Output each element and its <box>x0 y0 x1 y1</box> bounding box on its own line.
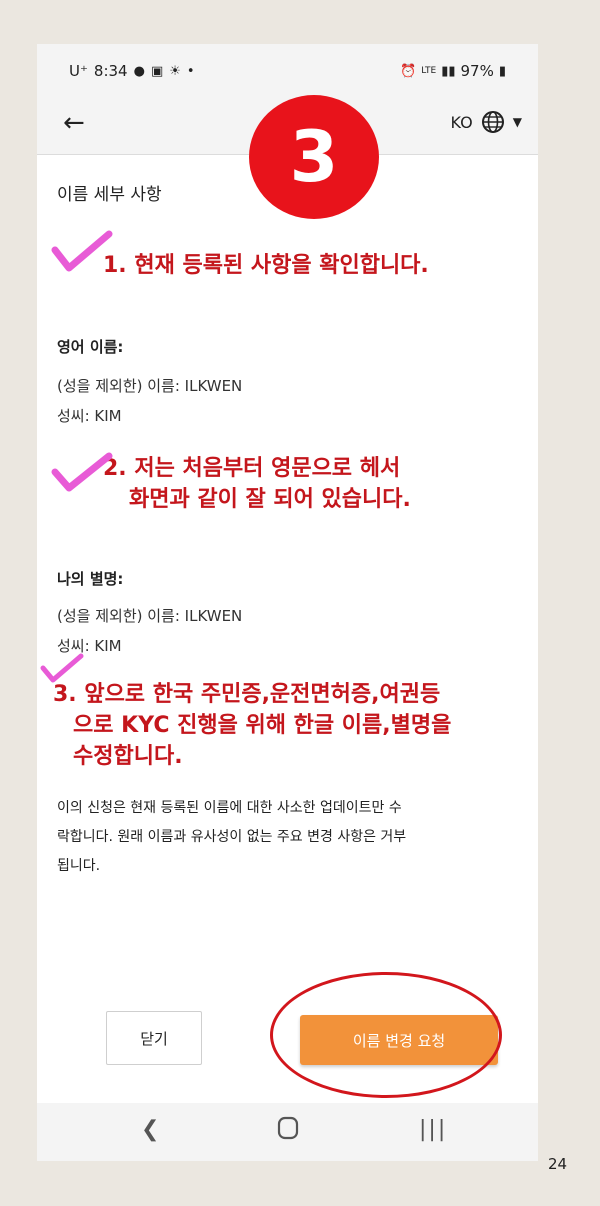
annotation-step-1: 1. 현재 등록된 사항을 확인합니다. <box>103 253 429 278</box>
request-name-change-button[interactable]: 이름 변경 요청 <box>300 1015 498 1065</box>
notice-text: 이의 신청은 현재 등록된 이름에 대한 사소한 업데이트만 수 락합니다. 원… <box>57 794 527 881</box>
step-number-badge: 3 <box>249 95 379 219</box>
nickname-first-name: (성을 제외한) 이름: ILKWEN <box>57 607 243 625</box>
notice-line-1: 이의 신청은 현재 등록된 이름에 대한 사소한 업데이트만 수 <box>57 800 402 816</box>
language-code: KO <box>450 112 473 132</box>
annotation-step-3-line-3: 수정합니다. <box>73 744 183 769</box>
image-icon: ▣ <box>150 63 164 79</box>
system-nav-bar: ❮ ||| <box>37 1103 538 1161</box>
nav-home-icon[interactable] <box>277 1115 299 1147</box>
battery-icon: ▮ <box>498 63 506 79</box>
alarm-icon: ⏰ <box>400 63 417 79</box>
signal-icon: ▮▮ <box>441 63 456 79</box>
annotation-step-3-line-1: 3. 앞으로 한국 주민증,운전면허증,여권등 <box>53 682 441 707</box>
annotation-step-2-line-1: 2. 저는 처음부터 영문으로 헤서 <box>103 456 401 481</box>
english-first-name: (성을 제외한) 이름: ILKWEN <box>57 377 243 395</box>
weather-icon: ☀ <box>169 63 181 79</box>
annotation-step-2-line-2: 화면과 같이 잘 되어 있습니다. <box>129 487 411 512</box>
notice-line-3: 됩니다. <box>57 858 101 874</box>
english-name-label: 영어 이름: <box>57 338 124 356</box>
notice-line-2: 락합니다. 원래 이름과 유사성이 없는 주요 변경 사항은 거부 <box>57 829 407 845</box>
network-type: LTE <box>421 66 437 76</box>
chevron-down-icon: ▼ <box>512 115 522 129</box>
carrier: U⁺ <box>69 62 88 80</box>
page-title: 이름 세부 사항 <box>57 185 162 205</box>
phone-screen: U⁺ 8:34 ● ▣ ☀ • ⏰ LTE ▮▮ 97% ▮ ← KO ▼ 3 … <box>37 44 538 1161</box>
back-arrow-icon[interactable]: ← <box>63 108 85 138</box>
nickname-label: 나의 별명: <box>57 570 124 588</box>
chat-icon: ● <box>133 63 145 79</box>
nav-recents-icon[interactable]: ||| <box>419 1117 447 1142</box>
status-bar: U⁺ 8:34 ● ▣ ☀ • ⏰ LTE ▮▮ 97% ▮ <box>37 44 538 96</box>
annotation-step-3-line-2: 으로 KYC 진행을 위해 한글 이름,별명을 <box>73 713 452 738</box>
checkmark-icon <box>51 230 113 272</box>
close-button[interactable]: 닫기 <box>106 1011 202 1065</box>
checkmark-icon <box>51 452 113 492</box>
status-left: U⁺ 8:34 ● ▣ ☀ • <box>69 62 195 80</box>
language-selector[interactable]: KO ▼ <box>451 110 522 134</box>
clock: 8:34 <box>93 62 128 80</box>
checkmark-icon <box>40 653 84 683</box>
more-dot-icon: • <box>186 63 195 79</box>
nav-back-icon[interactable]: ❮ <box>141 1117 159 1142</box>
globe-icon <box>481 111 504 133</box>
page-number: 24 <box>548 1155 568 1173</box>
battery-level: 97% <box>460 62 494 80</box>
status-right: ⏰ LTE ▮▮ 97% ▮ <box>400 62 506 80</box>
english-last-name: 성씨: KIM <box>57 407 122 425</box>
